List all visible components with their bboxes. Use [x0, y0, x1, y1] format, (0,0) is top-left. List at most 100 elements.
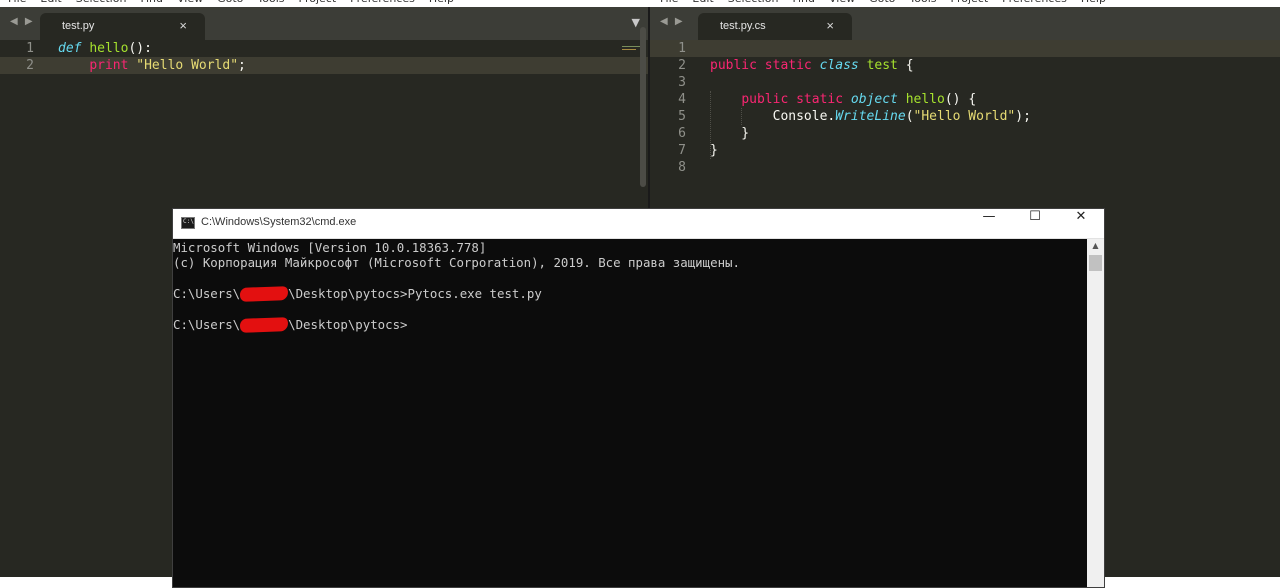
menu-item[interactable]: Preferences: [350, 0, 415, 5]
line-number: 5: [678, 109, 686, 124]
code-text: }: [710, 125, 749, 142]
code-line[interactable]: 2 public static class test {: [650, 57, 1280, 74]
menu-item[interactable]: Selection: [76, 0, 127, 5]
code-text: }: [710, 142, 718, 159]
code-text: Console.WriteLine("Hello World");: [710, 108, 1031, 125]
code-token: public: [741, 92, 789, 107]
tab-label: test.py: [62, 20, 95, 32]
line-number: 2: [678, 58, 686, 73]
code-text: public static object hello() {: [710, 91, 976, 108]
menu-item[interactable]: Help: [429, 0, 454, 5]
code-token: object: [850, 92, 898, 107]
close-icon[interactable]: ×: [179, 18, 187, 33]
code-token: () {: [944, 92, 977, 107]
menu-item[interactable]: Edit: [40, 0, 61, 5]
tab-test-py-cs[interactable]: test.py.cs ×: [698, 13, 852, 40]
line-number: 6: [678, 126, 686, 141]
code-token: static: [764, 58, 812, 73]
code-line[interactable]: 7}: [650, 142, 1280, 159]
menu-item[interactable]: Project: [951, 0, 989, 5]
code-token: }: [710, 143, 718, 158]
redaction-mark: [239, 316, 289, 333]
code-line[interactable]: 2 print "Hello World";: [0, 57, 648, 74]
tab-test-py[interactable]: test.py ×: [40, 13, 205, 40]
menu-item[interactable]: Find: [140, 0, 163, 5]
scroll-up-icon[interactable]: ▲: [1087, 241, 1104, 250]
menu-item[interactable]: Help: [1081, 0, 1106, 5]
cmd-titlebar[interactable]: C:\Windows\System32\cmd.exe — ☐ ✕: [173, 209, 1104, 239]
menubar-left: File Edit Selection Find View Goto Tools Projec…: [8, 0, 468, 5]
menu-item[interactable]: Find: [792, 0, 815, 5]
code-line[interactable]: 1 def hello():: [0, 40, 648, 57]
line-number: 4: [678, 92, 686, 107]
cmd-title: C:\Windows\System32\cmd.exe: [201, 216, 357, 228]
code-token: "Hello World": [913, 109, 1016, 124]
code-line[interactable]: 5 Console.WriteLine("Hello World");: [650, 108, 1280, 125]
minimize-button[interactable]: —: [966, 209, 1012, 238]
scrollbar[interactable]: ▲: [1087, 239, 1104, 587]
code-line[interactable]: 3: [650, 74, 1280, 91]
line-number: 8: [678, 160, 686, 175]
scrollbar[interactable]: [640, 27, 646, 187]
menu-item[interactable]: File: [8, 0, 26, 5]
menu-item[interactable]: Goto: [217, 0, 243, 5]
menu-item[interactable]: Goto: [869, 0, 895, 5]
menu-item[interactable]: Tools: [909, 0, 936, 5]
code-text: print "Hello World";: [58, 57, 246, 74]
tab-nav-arrows-icon[interactable]: ◀ ▶: [10, 16, 35, 27]
menubar-right: File Edit Selection Find View Goto Tools Projec…: [660, 0, 1120, 5]
code-text: def hello():: [58, 40, 152, 57]
code-token: "Hello World": [136, 58, 239, 73]
redaction-mark: [239, 286, 289, 302]
menu-item[interactable]: File: [660, 0, 678, 5]
code-token: class: [819, 58, 859, 73]
close-icon[interactable]: ×: [826, 18, 834, 33]
code-text: public static class test {: [710, 57, 914, 74]
tab-nav-arrows-icon[interactable]: ◀ ▶: [660, 16, 685, 27]
right-tabbar: ◀ ▶ test.py.cs ×: [650, 7, 1280, 40]
code-token: ;: [238, 58, 246, 73]
terminal-icon: [181, 217, 195, 229]
menu-item[interactable]: Selection: [728, 0, 779, 5]
tab-label: test.py.cs: [720, 20, 766, 32]
code-line[interactable]: 1: [650, 40, 1280, 57]
line-number: 1: [26, 41, 34, 56]
console-text: C:\Users\: [173, 316, 241, 332]
code-token: ():: [128, 41, 152, 56]
close-button[interactable]: ✕: [1058, 209, 1104, 238]
code-token: test: [866, 58, 898, 73]
console-text: C:\Users\: [173, 285, 241, 301]
menu-item[interactable]: View: [829, 0, 855, 5]
line-number: 7: [678, 143, 686, 158]
cmd-console[interactable]: Microsoft Windows [Version 10.0.18363.77…: [173, 239, 1087, 587]
scrollbar-thumb[interactable]: [1089, 255, 1102, 271]
menu-item[interactable]: Project: [299, 0, 337, 5]
maximize-button[interactable]: ☐: [1012, 209, 1058, 238]
menu-item[interactable]: View: [177, 0, 203, 5]
indent-guide: [710, 91, 711, 159]
indent-guide: [741, 108, 742, 125]
console-line: Microsoft Windows [Version 10.0.18363.77…: [173, 240, 487, 255]
menu-item[interactable]: Preferences: [1002, 0, 1067, 5]
menu-item[interactable]: Edit: [692, 0, 713, 5]
menu-item[interactable]: Tools: [257, 0, 284, 5]
code-line[interactable]: 8: [650, 159, 1280, 176]
console-line: (c) Корпорация Майкрософт (Microsoft Cor…: [173, 255, 740, 271]
left-tabbar: ◀ ▶ test.py × ▼: [0, 7, 648, 40]
code-line[interactable]: 4 public static object hello() {: [650, 91, 1280, 108]
code-token: hello: [905, 92, 945, 107]
code-token: print: [89, 58, 129, 73]
code-token: }: [710, 126, 750, 141]
code-token: WriteLine: [835, 109, 906, 124]
code-line[interactable]: 6 }: [650, 125, 1280, 142]
chevron-down-icon[interactable]: ▼: [632, 16, 640, 29]
console-line: C:\Users\ \Desktop\pytocs>: [173, 316, 408, 333]
line-number: 1: [678, 41, 686, 56]
